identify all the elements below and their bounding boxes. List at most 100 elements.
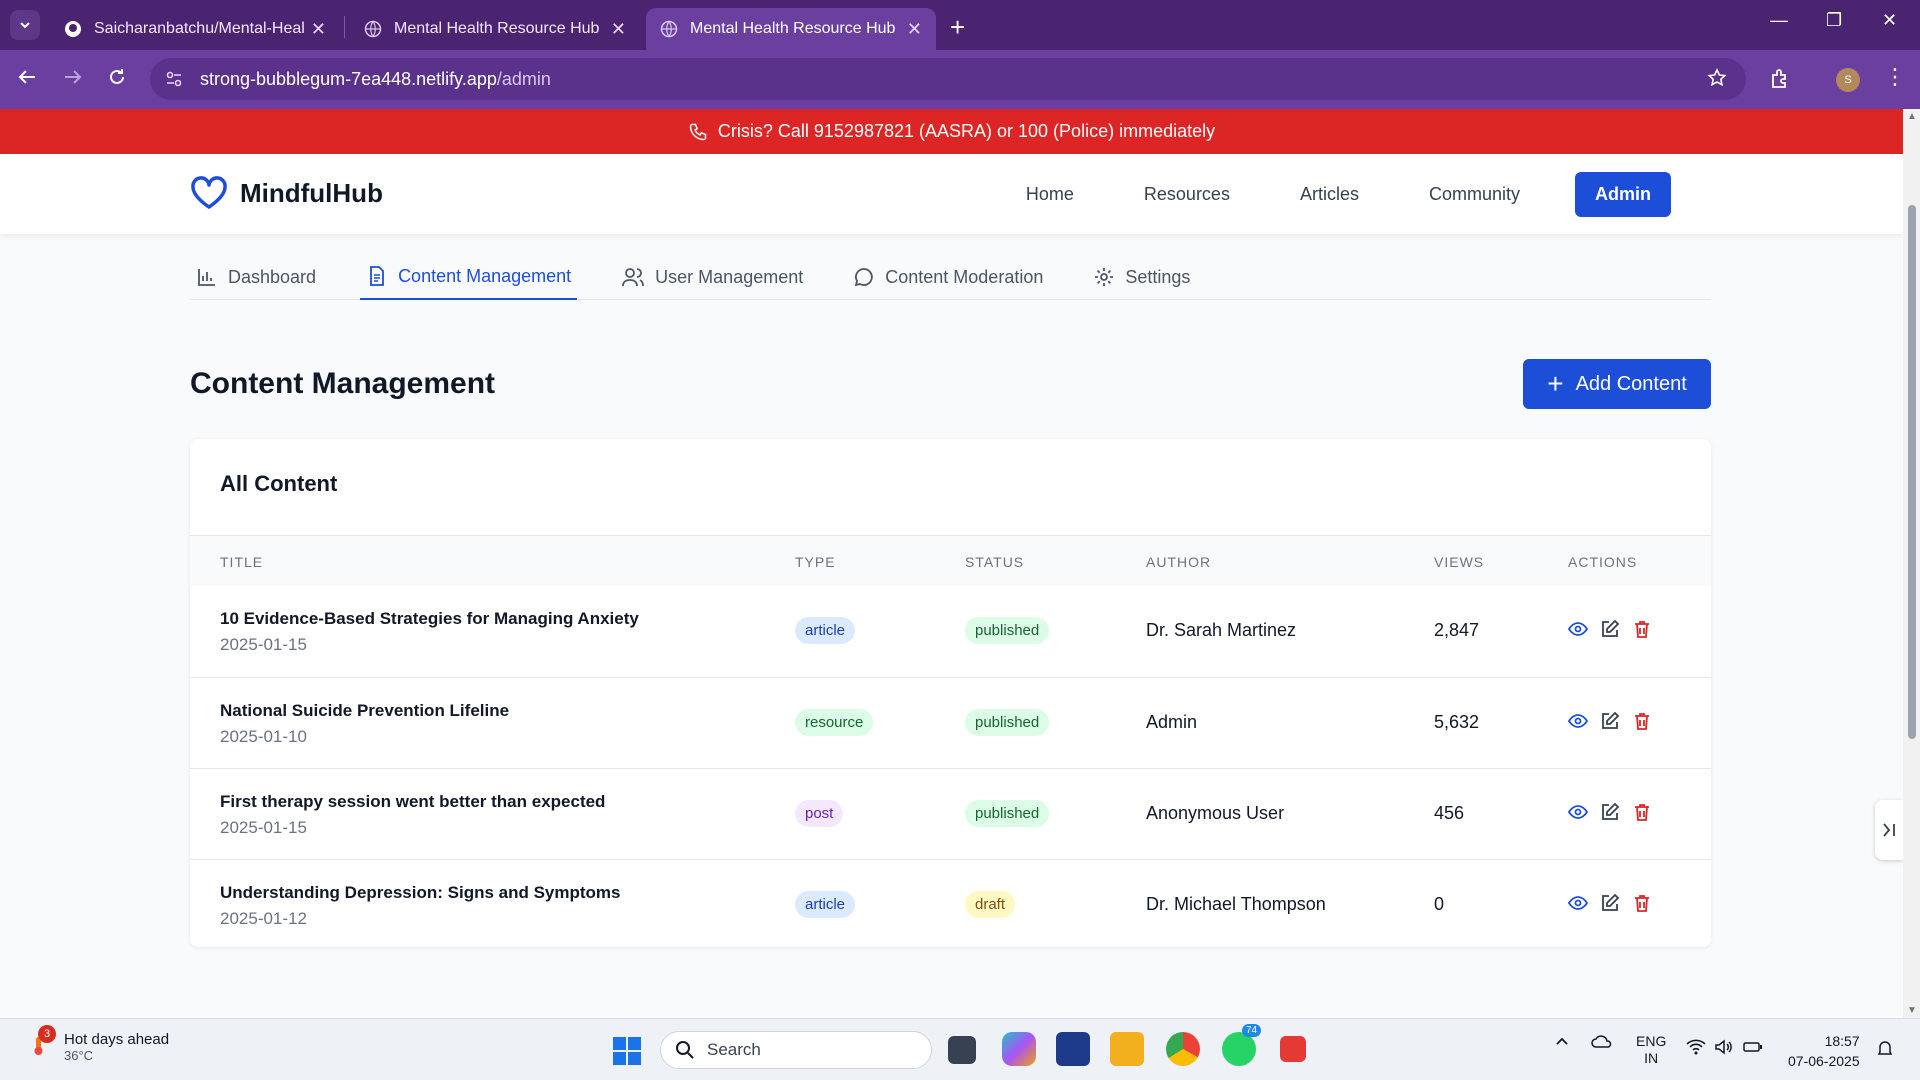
table-row: First therapy session went better than e… <box>190 768 1711 859</box>
edit-icon[interactable] <box>1600 802 1620 822</box>
phone-icon <box>689 123 707 140</box>
title-cell: 10 Evidence-Based Strategies for Managin… <box>220 609 639 655</box>
view-eye-icon[interactable] <box>1568 802 1588 822</box>
app-icon[interactable] <box>1280 1036 1306 1062</box>
wifi-icon[interactable] <box>1686 1039 1706 1058</box>
nav-community[interactable]: Community <box>1429 184 1520 205</box>
content-title: First therapy session went better than e… <box>220 792 606 811</box>
edit-icon[interactable] <box>1600 893 1620 913</box>
file-explorer-icon[interactable] <box>1110 1032 1144 1066</box>
minimize-icon[interactable]: — <box>1770 10 1788 31</box>
browser-tab-2[interactable]: Mental Health Resource Hub - S ✕ <box>350 8 640 50</box>
column-header: VIEWS <box>1434 554 1485 570</box>
trash-icon[interactable] <box>1632 711 1652 731</box>
copilot-icon[interactable] <box>1002 1032 1036 1066</box>
close-icon[interactable]: ✕ <box>311 19 326 40</box>
weather-text: Hot days ahead 36°C <box>64 1031 169 1063</box>
tab-label: Dashboard <box>228 266 317 287</box>
scroll-up-icon[interactable]: ▲ <box>1907 111 1917 122</box>
status-cell: published <box>965 617 1050 644</box>
tab-settings[interactable]: Settings <box>1087 254 1196 300</box>
chevron-up-icon[interactable] <box>1554 1033 1570 1052</box>
window-close-icon[interactable]: ✕ <box>1882 10 1897 31</box>
brand-name: MindfulHub <box>240 177 383 208</box>
os-taskbar: 3 Hot days ahead 36°C Search 74 ENG IN 1… <box>0 1018 1920 1080</box>
status-badge: published <box>965 709 1050 736</box>
system-clock[interactable]: 18:57 07-06-2025 <box>1788 1031 1860 1071</box>
weather-badge: 3 <box>38 1025 56 1043</box>
trash-icon[interactable] <box>1632 619 1652 639</box>
taskbar-search[interactable]: Search <box>660 1031 932 1069</box>
restore-icon[interactable]: ❐ <box>1826 10 1842 31</box>
address-bar[interactable]: strong-bubblegum-7ea448.netlify.app/admi… <box>150 58 1746 100</box>
new-tab-icon[interactable]: + <box>950 12 965 43</box>
brand-logo[interactable]: MindfulHub <box>190 176 383 210</box>
page-scrollbar[interactable]: ▲ ▼ <box>1903 109 1920 1018</box>
edit-icon[interactable] <box>1600 619 1620 639</box>
windows-start-icon[interactable] <box>612 1036 642 1071</box>
reload-icon[interactable] <box>106 66 128 94</box>
extensions-icon[interactable] <box>1768 67 1792 96</box>
battery-icon[interactable] <box>1742 1039 1764 1058</box>
volume-icon[interactable] <box>1714 1039 1734 1058</box>
bar-chart-icon <box>198 269 215 286</box>
tab-dashboard[interactable]: Dashboard <box>190 254 322 300</box>
lang-top: ENG <box>1636 1033 1667 1049</box>
url-path: /admin <box>496 68 551 89</box>
view-eye-icon[interactable] <box>1568 711 1588 731</box>
forward-icon[interactable] <box>62 66 84 94</box>
content-date: 2025-01-10 <box>220 727 307 746</box>
task-view-icon[interactable] <box>948 1036 976 1064</box>
browser-tab-bar: Saicharanbatchu/Mental-Health ✕ Mental H… <box>0 0 1920 50</box>
chrome-icon[interactable] <box>1166 1032 1200 1066</box>
weather-title: Hot days ahead <box>64 1031 170 1048</box>
crisis-text: Crisis? Call 9152987821 (AASRA) or 100 (… <box>717 121 1216 141</box>
tab-label: User Management <box>655 266 804 287</box>
scroll-thumb[interactable] <box>1908 205 1916 739</box>
close-icon[interactable]: ✕ <box>907 19 922 40</box>
table-row: Understanding Depression: Signs and Symp… <box>190 859 1711 947</box>
nav-resources[interactable]: Resources <box>1144 184 1230 205</box>
whatsapp-icon[interactable]: 74 <box>1222 1024 1262 1066</box>
tab-label: Content Moderation <box>885 266 1044 287</box>
weather-widget[interactable]: 3 Hot days ahead 36°C <box>26 1025 169 1063</box>
type-badge: resource <box>795 709 874 736</box>
author-cell: Admin <box>1146 712 1198 732</box>
table-body: 10 Evidence-Based Strategies for Managin… <box>190 586 1711 947</box>
edit-icon[interactable] <box>1600 711 1620 731</box>
nav-articles[interactable]: Articles <box>1300 184 1359 205</box>
close-icon[interactable]: ✕ <box>611 19 626 40</box>
tab-title: Mental Health Resource Hub - S <box>690 20 900 37</box>
notification-bell-icon[interactable] <box>1876 1039 1894 1060</box>
views-cell: 5,632 <box>1434 712 1480 732</box>
browser-tab-1[interactable]: Saicharanbatchu/Mental-Health ✕ <box>50 8 340 50</box>
bookmark-star-icon[interactable] <box>1706 67 1728 94</box>
add-content-button[interactable]: + Add Content <box>1523 359 1711 409</box>
tab-content-moderation[interactable]: Content Moderation <box>847 254 1049 300</box>
plus-icon: + <box>1547 368 1564 399</box>
trash-icon[interactable] <box>1632 893 1652 913</box>
language-indicator[interactable]: ENG IN <box>1636 1033 1666 1067</box>
back-icon[interactable] <box>16 66 38 94</box>
store-icon[interactable] <box>1056 1032 1090 1066</box>
view-eye-icon[interactable] <box>1568 619 1588 639</box>
scroll-down-icon[interactable]: ▼ <box>1907 1005 1917 1016</box>
trash-icon[interactable] <box>1632 802 1652 822</box>
more-menu-icon[interactable]: ⋮ <box>1884 64 1906 90</box>
site-info-icon[interactable] <box>164 69 188 89</box>
author-cell: Dr. Sarah Martinez <box>1146 620 1297 640</box>
table-heading: All Content <box>190 439 1711 536</box>
browser-tab-3-active[interactable]: Mental Health Resource Hub - S ✕ <box>646 8 936 50</box>
view-eye-icon[interactable] <box>1568 893 1588 913</box>
profile-avatar[interactable]: S <box>1836 68 1860 92</box>
onedrive-cloud-icon[interactable] <box>1590 1033 1614 1052</box>
side-panel-toggle-icon[interactable] <box>1875 800 1903 860</box>
tab-search-button[interactable] <box>10 10 40 40</box>
nav-home[interactable]: Home <box>1026 184 1074 205</box>
tab-user-management[interactable]: User Management <box>615 254 809 300</box>
tab-label: Settings <box>1125 266 1191 287</box>
tab-title: Mental Health Resource Hub - S <box>394 20 604 37</box>
column-header: TYPE <box>795 554 836 570</box>
nav-admin-button[interactable]: Admin <box>1575 172 1671 217</box>
tab-content-management[interactable]: Content Management <box>360 254 578 300</box>
